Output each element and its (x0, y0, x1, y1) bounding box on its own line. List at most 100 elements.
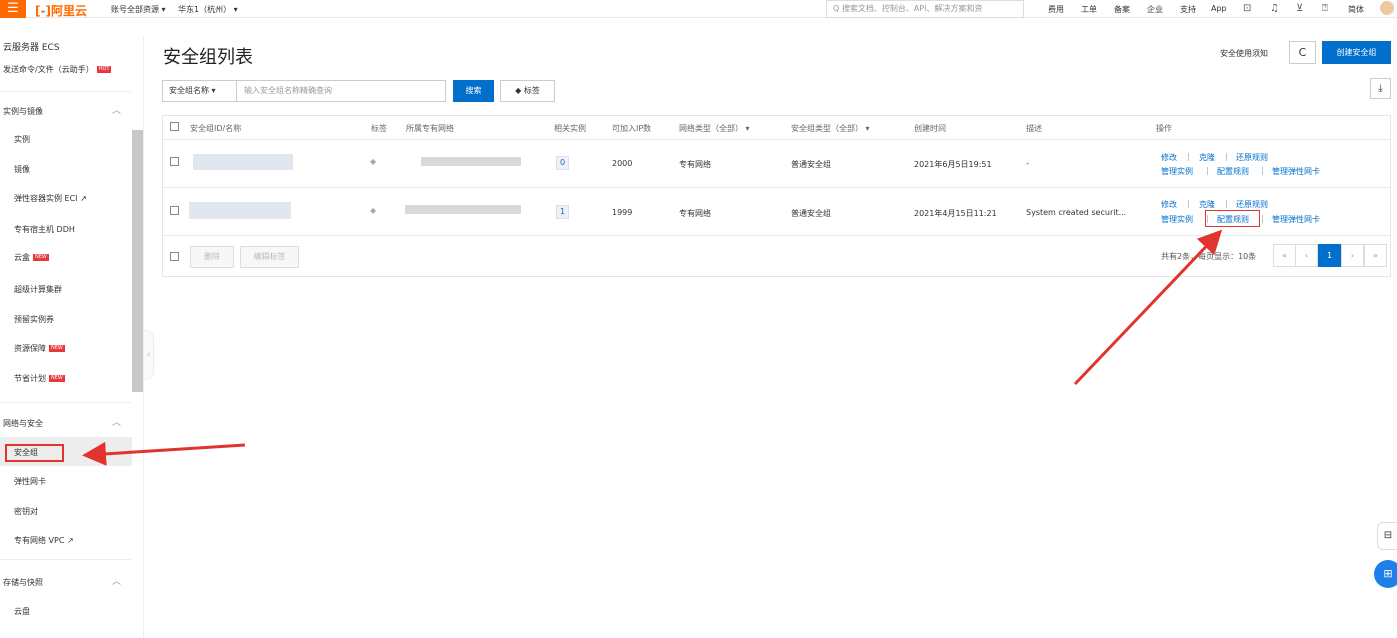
terminal-icon[interactable]: ⊡ (1243, 3, 1251, 14)
section-storage-snapshot[interactable]: 存储与快照 (3, 577, 43, 588)
sidebar-item-scc[interactable]: 超级计算集群 (14, 284, 62, 295)
sidebar-item-instances[interactable]: 实例 (14, 134, 30, 145)
description: - (1026, 159, 1029, 168)
search-input[interactable]: 输入安全组名称精确查询 (236, 80, 446, 102)
sidebar-item-cloudbox[interactable]: 云盒 NEW (14, 252, 49, 263)
divider (0, 402, 131, 403)
sidebar-item-ri[interactable]: 预留实例券 (14, 314, 54, 325)
nav-icp[interactable]: 备案 (1114, 4, 1130, 15)
sidebar-collapse-handle[interactable]: ‹ (144, 330, 154, 380)
delete-button[interactable]: 删除 (190, 246, 234, 268)
sidebar-item-ddh[interactable]: 专有宿主机 DDH (14, 224, 75, 235)
tag-icon[interactable]: ◆ (370, 157, 376, 166)
sidebar-item-keypair[interactable]: 密钥对 (14, 506, 38, 517)
account-scope-dropdown[interactable]: 账号全部资源 ▾ (111, 4, 166, 15)
sidebar-item-disk[interactable]: 云盘 (14, 606, 30, 617)
prev-page-button[interactable]: ‹ (1295, 244, 1318, 267)
modify-link[interactable]: 修改 (1161, 152, 1177, 163)
divider (163, 187, 1390, 188)
nav-support[interactable]: 支持 (1180, 4, 1196, 15)
configure-rules-link[interactable]: 配置规则 (1217, 166, 1249, 177)
sidebar-item-cloud-assistant[interactable]: 发送命令/文件（云助手） HOT (3, 64, 112, 75)
manage-instances-link[interactable]: 管理实例 (1161, 214, 1193, 225)
sidebar-item-resource-guarantee[interactable]: 资源保障 NEW (14, 343, 65, 354)
chevron-up-icon[interactable]: ︿ (112, 574, 121, 587)
restore-rules-link[interactable]: 还原规则 (1236, 199, 1268, 210)
cart-icon[interactable]: ⊻ (1296, 3, 1303, 14)
row-checkbox[interactable] (170, 206, 179, 215)
language-switch[interactable]: 简体 (1348, 4, 1364, 15)
instance-count[interactable]: 0 (556, 156, 569, 170)
row-checkbox[interactable] (170, 157, 179, 166)
sidebar-item-images[interactable]: 镜像 (14, 164, 30, 175)
tag-button-label: 标签 (523, 86, 540, 95)
tag-filter-button[interactable]: ◆ 标签 (500, 80, 555, 102)
tag-icon[interactable]: ◆ (370, 206, 376, 215)
avatar[interactable] (1380, 1, 1394, 15)
global-search-input[interactable]: Q 搜索文档、控制台、API、解决方案和资 (826, 0, 1024, 18)
manage-instances-link[interactable]: 管理实例 (1161, 166, 1193, 177)
clone-link[interactable]: 克隆 (1199, 152, 1215, 163)
divider (163, 235, 1390, 236)
nav-fees[interactable]: 费用 (1048, 4, 1064, 15)
hamburger-menu-icon[interactable]: ☰ (0, 0, 26, 18)
manage-eni-link[interactable]: 管理弹性网卡 (1272, 214, 1320, 225)
nav-tickets[interactable]: 工单 (1081, 4, 1097, 15)
sidebar-item-label: 发送命令/文件（云助手） (3, 65, 94, 74)
column-header-sg-type[interactable]: 安全组类型（全部） ▾ (791, 123, 870, 134)
next-page-button[interactable]: › (1341, 244, 1364, 267)
redacted-sg-id[interactable] (189, 202, 291, 219)
last-page-button[interactable]: » (1364, 244, 1387, 267)
section-instances-images[interactable]: 实例与镜像 (3, 106, 43, 117)
apps-icon[interactable]: ⊞ (1374, 560, 1397, 588)
footer-select-all-checkbox[interactable] (170, 252, 179, 261)
page-title: 安全组列表 (163, 47, 253, 68)
divider (163, 139, 1390, 140)
redacted-vpc[interactable] (405, 205, 521, 214)
column-header-network-type[interactable]: 网络类型（全部） ▾ (679, 123, 750, 134)
sidebar-item-eni[interactable]: 弹性网卡 (14, 476, 46, 487)
redacted-vpc[interactable] (421, 157, 521, 166)
search-button[interactable]: 搜索 (453, 80, 494, 102)
first-page-button[interactable]: « (1273, 244, 1296, 267)
edit-tags-button[interactable]: 编辑标签 (240, 246, 299, 268)
download-button[interactable]: ⤓ (1370, 78, 1391, 99)
sidebar-item-vpc[interactable]: 专有网络 VPC ↗ (14, 535, 74, 546)
chevron-up-icon[interactable]: ︿ (112, 103, 121, 116)
redacted-sg-id[interactable] (193, 154, 293, 170)
refresh-button[interactable]: C (1289, 41, 1316, 64)
description: System created securit... (1026, 208, 1127, 217)
page-1-button[interactable]: 1 (1318, 244, 1341, 267)
bell-icon[interactable]: ♫ (1270, 3, 1279, 14)
sidebar-item-label: 节省计划 (14, 374, 46, 383)
region-dropdown[interactable]: 华东1（杭州） ▾ (178, 4, 238, 15)
separator: | (1225, 152, 1228, 161)
nav-enterprise[interactable]: 企业 (1147, 4, 1163, 15)
section-network-security[interactable]: 网络与安全 (3, 418, 43, 429)
create-security-group-button[interactable]: 创建安全组 (1322, 41, 1391, 64)
select-all-checkbox[interactable] (170, 122, 179, 131)
sidebar: 云服务器 ECS 发送命令/文件（云助手） HOT 实例与镜像 ︿ 实例 镜像 弹… (0, 36, 144, 638)
security-group-table: 安全组ID/名称 标签 所属专有网络 相关实例 可加入IP数 网络类型（全部） … (162, 115, 1391, 277)
sidebar-item-security-group[interactable]: 安全组 (14, 447, 38, 458)
aliyun-logo[interactable]: [-]阿里云 (35, 2, 87, 19)
modify-link[interactable]: 修改 (1161, 199, 1177, 210)
restore-rules-link[interactable]: 还原规则 (1236, 152, 1268, 163)
column-header-description: 描述 (1026, 124, 1042, 133)
manage-eni-link[interactable]: 管理弹性网卡 (1272, 166, 1320, 177)
instance-count[interactable]: 1 (556, 205, 569, 219)
help-icon[interactable]: ⍰ (1322, 3, 1328, 14)
sidebar-title: 云服务器 ECS (3, 43, 60, 53)
network-type: 专有网络 (679, 209, 711, 218)
sidebar-item-eci[interactable]: 弹性容器实例 ECI ↗ (14, 193, 87, 204)
clone-link[interactable]: 克隆 (1199, 199, 1215, 210)
filter-field-select[interactable]: 安全组名称 ▾ (162, 80, 237, 102)
sidebar-scrollbar[interactable] (132, 130, 143, 392)
chat-icon[interactable]: ⊟ (1377, 522, 1397, 550)
chevron-up-icon[interactable]: ︿ (112, 415, 121, 428)
column-header-actions: 操作 (1156, 124, 1172, 133)
security-notice-link[interactable]: 安全使用须知 (1220, 48, 1268, 59)
nav-app[interactable]: App (1211, 4, 1227, 13)
sidebar-item-savings-plan[interactable]: 节省计划 NEW (14, 373, 65, 384)
tag-icon: ◆ (515, 86, 524, 95)
